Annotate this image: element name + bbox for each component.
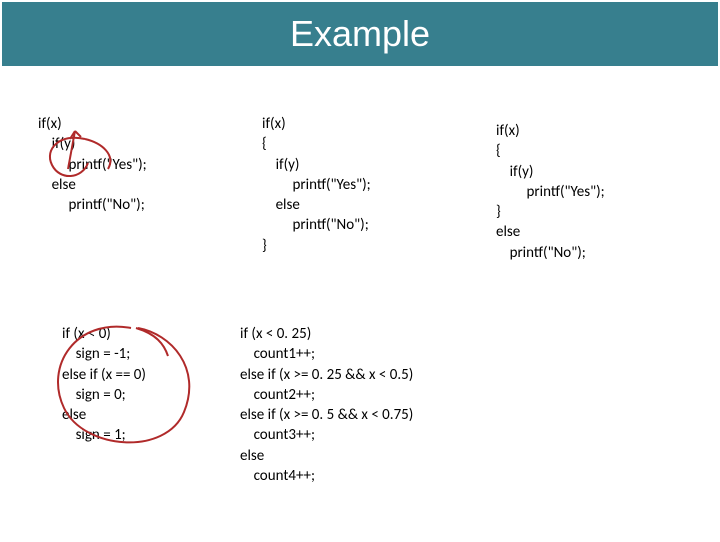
slide-title: Example — [290, 13, 430, 55]
code-block-2: if(x) { if(y) printf("Yes"); else printf… — [262, 114, 371, 256]
code-block-4: if (x < 0) sign = -1; else if (x == 0) s… — [62, 324, 146, 446]
code-block-3: if(x) { if(y) printf("Yes"); } else prin… — [496, 121, 605, 263]
code-block-1: if(x) if(y) printf("Yes"); else printf("… — [38, 114, 147, 215]
slide-content: if(x) if(y) printf("Yes"); else printf("… — [0, 66, 720, 540]
code-block-5: if (x < 0. 25) count1++; else if (x >= 0… — [240, 324, 413, 486]
slide-header: Example — [2, 2, 718, 66]
